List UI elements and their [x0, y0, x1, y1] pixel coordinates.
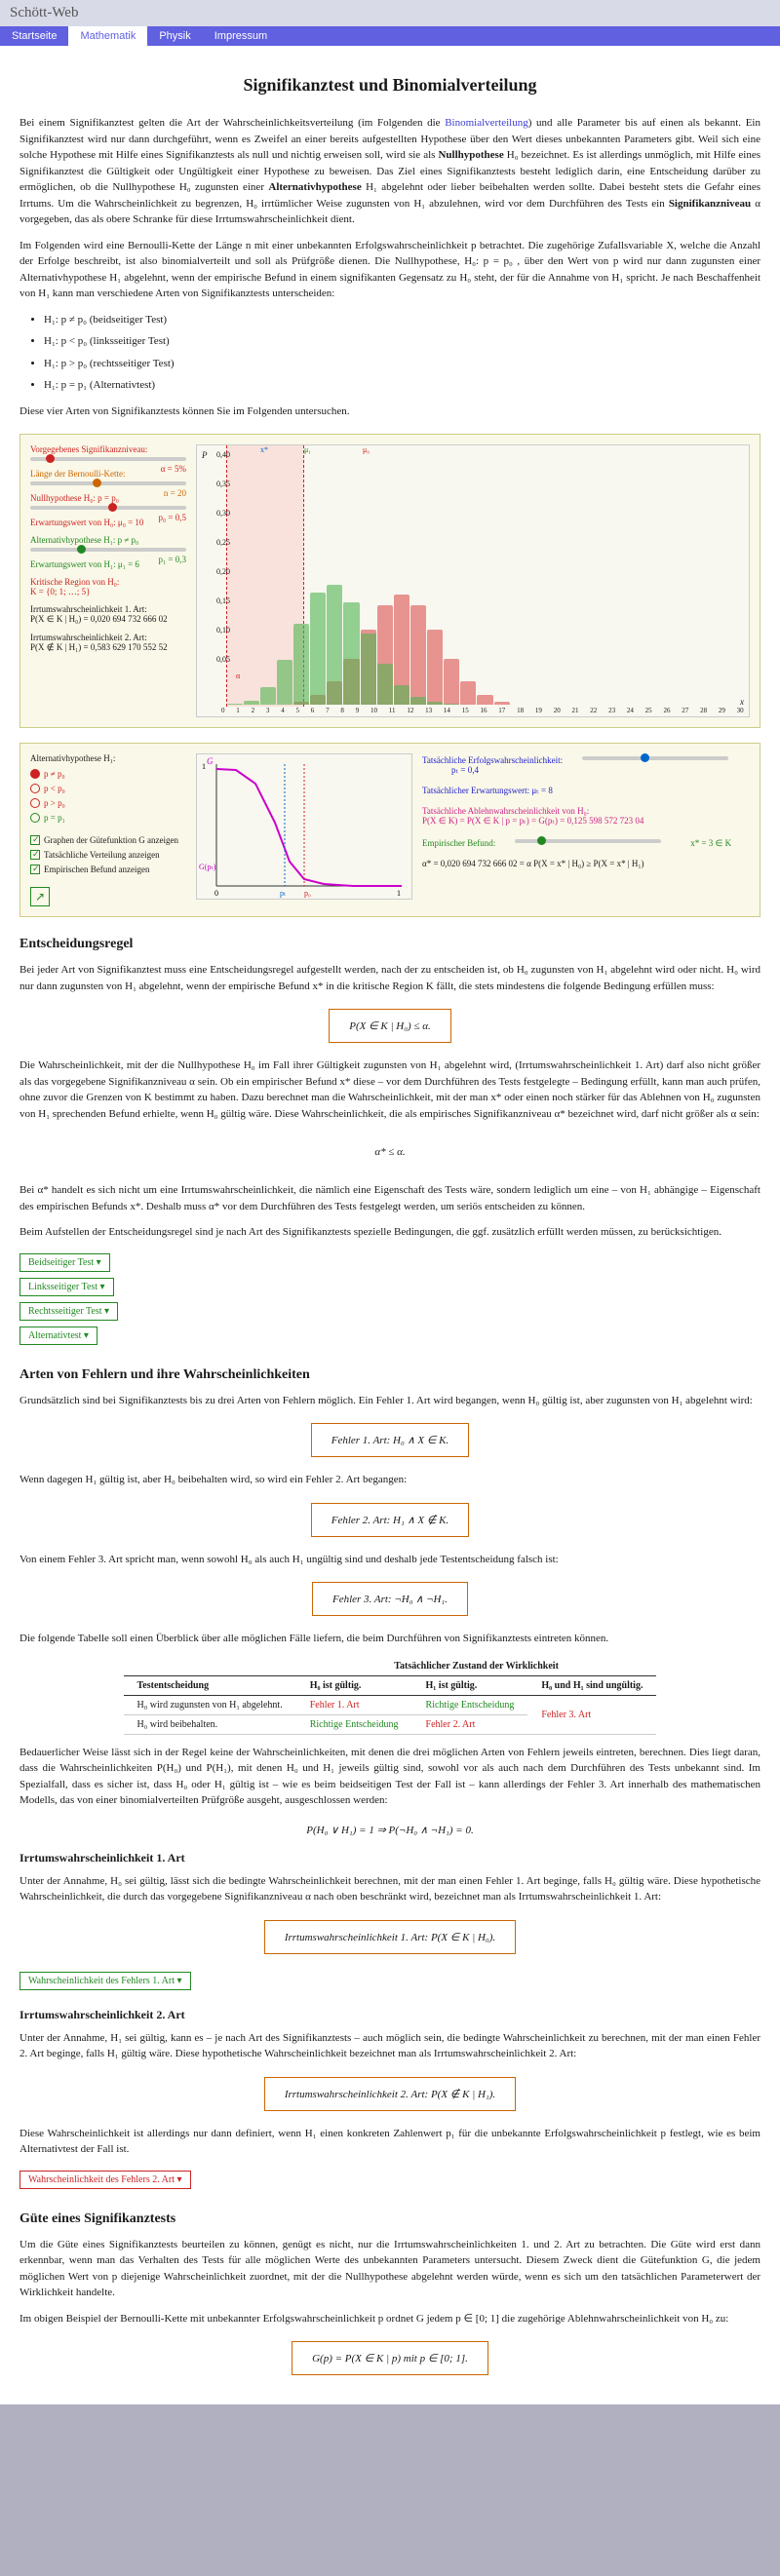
emp-slider[interactable]: [515, 839, 661, 843]
irr2-label: Irrtumswahrscheinlichkeit 2. Art:: [30, 633, 147, 642]
formula-irr1: Irrtumswahrscheinlichkeit 1. Art: P(X ∈ …: [264, 1920, 516, 1954]
dd-beidseitig[interactable]: Beidseitiger Test ▾: [20, 1253, 110, 1272]
sec5-p1: Um die Güte eines Signifikanztests beurt…: [20, 2237, 760, 2301]
list-item: H₁: p < p₀ (linksseitiger Test): [44, 333, 760, 350]
emp-result: α* = 0,020 694 732 666 02 = α P(X = x* |…: [422, 859, 750, 868]
intro-p2: Im Folgenden wird eine Bernoulli-Kette d…: [20, 238, 760, 302]
dd-wahr2[interactable]: Wahrscheinlichkeit des Fehlers 2. Art ▾: [20, 2171, 191, 2189]
formula-2: α* ≤ α.: [355, 1136, 424, 1168]
sec4-h: Irrtumswahrscheinlichkeit 2. Art: [20, 2008, 760, 2022]
dd-links[interactable]: Linksseitiger Test ▾: [20, 1278, 114, 1296]
sec2-p3: Von einem Fehler 3. Art spricht man, wen…: [20, 1552, 760, 1568]
sec5-p2: Im obigen Beispiel der Bernoulli-Kette m…: [20, 2311, 760, 2327]
reload-button[interactable]: ↗: [30, 887, 50, 906]
sec1-p3: Bei α* handelt es sich nicht um eine Irr…: [20, 1182, 760, 1214]
check-verteilung[interactable]: [30, 850, 40, 860]
p1-slider[interactable]: [30, 548, 186, 552]
radio-neq[interactable]: [30, 769, 40, 779]
sec3-h: Irrtumswahrscheinlichkeit 1. Art: [20, 1851, 760, 1865]
control-panel-2: Alternativhypothese H₁: p ≠ p₀ p < p₀ p …: [20, 743, 760, 917]
exp-t: Tatsächlicher Erwartungswert: μₜ = 8: [422, 786, 750, 796]
sec2-p2: Wenn dagegen H₁ gültig ist, aber H₀ beib…: [20, 1472, 760, 1488]
check-gute[interactable]: [30, 835, 40, 845]
ablehn-value: P(X ∈ K) = P(X ∈ K | p = pₜ) = G(pₜ) = 0…: [422, 816, 644, 826]
irr2-value: P(X ∉ K | H₁) = 0,583 629 170 552 52: [30, 642, 168, 652]
list-item: H₁: p = p₁ (Alternativtest): [44, 377, 760, 394]
formula-f2a: Fehler 2. Art: H₁ ∧ X ∉ K.: [311, 1503, 470, 1537]
pt-label: Tatsächliche Erfolgswahrscheinlichkeit:: [422, 755, 563, 765]
control-panel: Vorgegebenes Signifikanzniveau:α = 5% Lä…: [20, 434, 760, 728]
sec4-p1: Unter der Annahme, H₁ sei gültig, kann e…: [20, 2030, 760, 2062]
radio-eq[interactable]: [30, 813, 40, 823]
ablehn-label: Tatsächliche Ablehnwahrscheinlichkeit vo…: [422, 806, 589, 816]
dd-rechts[interactable]: Rechtsseitiger Test ▾: [20, 1302, 118, 1321]
svg-text:p₀: p₀: [304, 889, 311, 898]
h1-label: Alternativhypothese H₁: p ≠ p₀: [30, 535, 186, 545]
formula-gute: G(p) = P(X ∈ K | p) mit p ∈ [0; 1].: [292, 2341, 488, 2375]
p0-slider[interactable]: [30, 506, 186, 510]
radio-gt[interactable]: [30, 798, 40, 808]
sec5-h: Güte eines Signifikanztests: [20, 2211, 760, 2227]
n-value: n = 20: [164, 488, 186, 498]
gute-chart: 1 0 1 G pₜ p₀ G(pₜ): [196, 753, 412, 900]
sig-value: α = 5%: [161, 464, 186, 474]
krit-label: Kritische Region von H₀:: [30, 577, 119, 587]
link-binomial[interactable]: Binomialverteilung: [445, 117, 528, 129]
alt-heading: Alternativhypothese H₁:: [30, 753, 186, 763]
sec1-p2: Die Wahrscheinlichkeit, mit der die Null…: [20, 1057, 760, 1122]
dd-alt[interactable]: Alternativtest ▾: [20, 1326, 98, 1345]
intro-p1: Bei einem Signifikanztest gelten die Art…: [20, 115, 760, 228]
list-item: H₁: p ≠ p₀ (beidseitiger Test): [44, 312, 760, 328]
formula-f3a: Fehler 3. Art: ¬H₀ ∧ ¬H₁.: [312, 1582, 468, 1616]
irr1-value: P(X ∈ K | H₀) = 0,020 694 732 666 02: [30, 614, 168, 624]
sec1-p1: Bei jeder Art von Signifikanztest muss e…: [20, 962, 760, 994]
sec4-p2: Diese Wahrscheinlichkeit ist allerdings …: [20, 2126, 760, 2158]
sec2-p4: Die folgende Tabelle soll einen Überblic…: [20, 1631, 760, 1647]
truth-table: Tatsächlicher Zustand der Wirklichkeit T…: [124, 1657, 657, 1735]
sec1-p4: Beim Aufstellen der Entscheidungsregel s…: [20, 1224, 760, 1241]
sec2-h: Arten von Fehlern und ihre Wahrscheinlic…: [20, 1367, 760, 1383]
alpha-slider[interactable]: [30, 457, 186, 461]
page-title: Signifikanztest und Binomialverteilung: [20, 75, 760, 96]
check-befund[interactable]: [30, 865, 40, 874]
intro-p3: Diese vier Arten von Signifikanztests kö…: [20, 404, 760, 420]
nav-home[interactable]: Startseite: [0, 26, 68, 46]
bar-chart: P 0,400,35 0,300,25 0,200,15 0,100,05 01…: [196, 444, 750, 717]
hypothesis-list: H₁: p ≠ p₀ (beidseitiger Test) H₁: p < p…: [44, 312, 760, 394]
pt-slider[interactable]: [582, 756, 728, 760]
formula-1: P(X ∈ K | H₀) ≤ α.: [329, 1009, 451, 1043]
sec1-h: Entscheidungsregel: [20, 937, 760, 952]
formula-f1a: Fehler 1. Art: H₀ ∧ X ∈ K.: [311, 1423, 470, 1457]
n-slider[interactable]: [30, 481, 186, 485]
dd-wahr1[interactable]: Wahrscheinlichkeit des Fehlers 1. Art ▾: [20, 1972, 191, 1990]
pt-value: pₜ = 0,4: [451, 765, 479, 775]
svg-text:1: 1: [397, 889, 401, 898]
svg-text:G: G: [207, 756, 214, 766]
site-header: Schött-Web: [0, 0, 780, 26]
formula-f4a: P(H₀ ∨ H₁) = 1 ⇒ P(¬H₀ ∧ ¬H₁) = 0.: [306, 1825, 473, 1836]
p0-value: p₀ = 0,5: [159, 513, 186, 522]
formula-irr2: Irrtumswahrscheinlichkeit 2. Art: P(X ∉ …: [264, 2077, 516, 2111]
nav-impressum[interactable]: Impressum: [203, 26, 279, 46]
emp-value: x* = 3 ∈ K: [690, 838, 731, 848]
sec2-p5: Bedauerlicher Weise lässt sich in der Re…: [20, 1745, 760, 1809]
emp-label: Empirischer Befund:: [422, 838, 495, 848]
svg-text:0: 0: [214, 889, 218, 898]
sig-label: Vorgegebenes Signifikanzniveau:: [30, 444, 186, 454]
nav-physics[interactable]: Physik: [147, 26, 202, 46]
navbar: Startseite Mathematik Physik Impressum: [0, 26, 780, 46]
krit-value: K = {0; 1; …; 5}: [30, 587, 90, 596]
svg-text:pₜ: pₜ: [280, 889, 286, 898]
sec2-p1: Grundsätzlich sind bei Signifikanztests …: [20, 1393, 760, 1409]
sec3-p1: Unter der Annahme, H₀ sei gültig, lässt …: [20, 1873, 760, 1905]
irr1-label: Irrtumswahrscheinlichkeit 1. Art:: [30, 604, 147, 614]
list-item: H₁: p > p₀ (rechtsseitiger Test): [44, 356, 760, 372]
radio-lt[interactable]: [30, 784, 40, 793]
svg-text:1: 1: [202, 762, 206, 771]
svg-text:G(pₜ): G(pₜ): [199, 863, 216, 871]
p1-value: p₁ = 0,3: [159, 555, 186, 564]
nav-math[interactable]: Mathematik: [68, 26, 147, 46]
